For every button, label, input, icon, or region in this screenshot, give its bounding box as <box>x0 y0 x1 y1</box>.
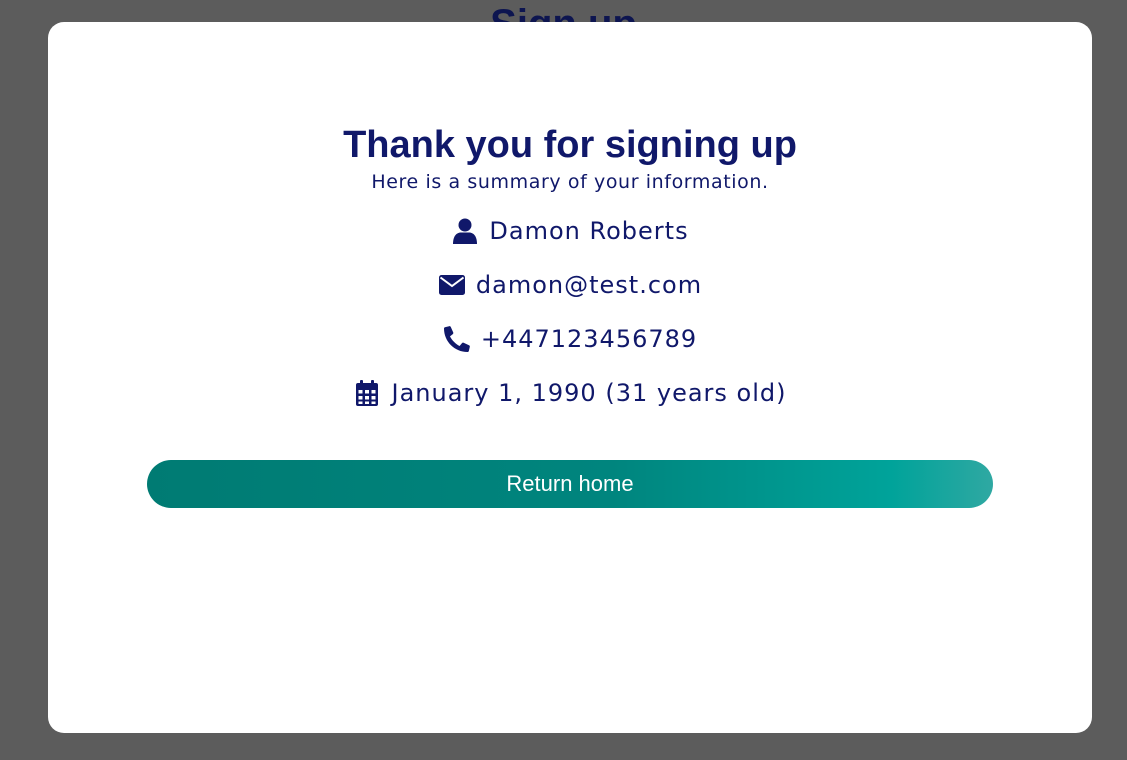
calendar-icon <box>353 379 381 407</box>
modal-title: Thank you for signing up <box>343 124 797 166</box>
info-name-text: Damon Roberts <box>489 217 689 245</box>
info-row-dob: January 1, 1990 (31 years old) <box>48 377 1092 409</box>
info-row-email: damon@test.com <box>48 269 1092 301</box>
info-row-name: Damon Roberts <box>48 215 1092 247</box>
info-phone-text: +447123456789 <box>480 325 698 353</box>
info-email-text: damon@test.com <box>475 271 703 299</box>
phone-icon <box>443 325 471 353</box>
return-home-button[interactable]: Return home <box>147 460 993 508</box>
signup-confirmation-modal: Thank you for signing up Here is a summa… <box>48 22 1092 733</box>
info-dob-text: January 1, 1990 (31 years old) <box>391 379 787 407</box>
info-row-phone: +447123456789 <box>48 323 1092 355</box>
envelope-icon <box>438 271 466 299</box>
modal-subtitle: Here is a summary of your information. <box>371 171 769 193</box>
user-icon <box>451 217 479 245</box>
